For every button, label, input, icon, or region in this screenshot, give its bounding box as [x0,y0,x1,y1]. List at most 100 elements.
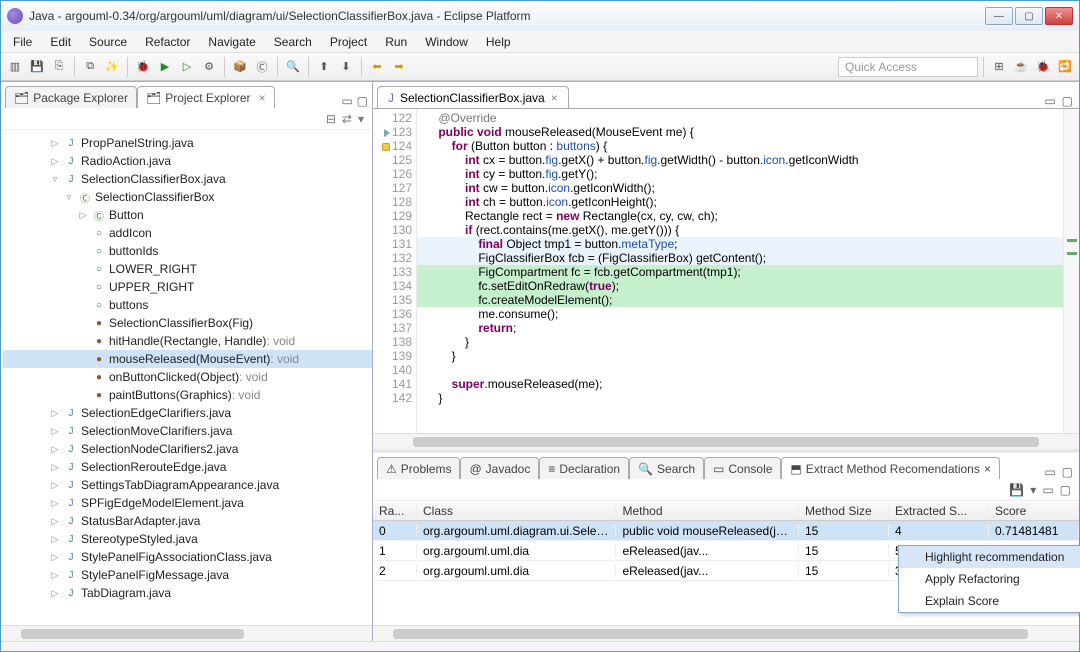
wand-icon[interactable]: ✨ [102,57,122,77]
new-package-icon[interactable]: 📦 [230,57,250,77]
tree-item[interactable]: ○addIcon [3,224,372,242]
next-annotation-icon[interactable]: ⬇ [336,57,356,77]
col-method-size[interactable]: Method Size [799,504,889,518]
line-number[interactable]: 124 [373,139,412,153]
save-icon[interactable]: 💾 [1009,483,1024,497]
editor-horizontal-scrollbar[interactable] [373,433,1079,449]
back-icon[interactable]: ⬅ [367,57,387,77]
tree-item[interactable]: ▷JStatusBarAdapter.java [3,512,372,530]
line-number[interactable]: 125 [373,153,412,167]
prev-annotation-icon[interactable]: ⬆ [314,57,334,77]
tree-item[interactable]: ▷JStylePanelFigMessage.java [3,566,372,584]
code-line[interactable]: me.consume(); [417,307,1063,321]
line-number[interactable]: 136 [373,307,412,321]
code-line[interactable] [417,363,1063,377]
menu-source[interactable]: Source [81,33,135,51]
minimize-view-icon[interactable]: ▭ [1042,483,1053,497]
tree-item[interactable]: ▷JRadioAction.java [3,152,372,170]
table-header[interactable]: Ra... Class Method Method Size Extracted… [373,501,1079,521]
menu-window[interactable]: Window [417,33,476,51]
search-icon[interactable]: 🔍 [283,57,303,77]
line-number[interactable]: 133 [373,265,412,279]
code-line[interactable]: FigCompartment fc = fcb.getCompartment(t… [417,265,1063,279]
line-number[interactable]: 132 [373,251,412,265]
line-number[interactable]: 137 [373,321,412,335]
col-class[interactable]: Class [417,504,616,518]
maximize-view-icon[interactable]: ▢ [1060,483,1071,497]
java-perspective-icon[interactable]: ☕ [1011,57,1031,77]
editor-tab[interactable]: J SelectionClassifierBox.java × [377,86,569,108]
expand-icon[interactable]: ▷ [49,588,61,599]
expand-icon[interactable]: ▷ [49,570,61,581]
minimize-view-icon[interactable]: ▭ [341,94,352,108]
code-line[interactable]: int ch = button.icon.getIconHeight(); [417,195,1063,209]
code-area[interactable]: @Override public void mouseReleased(Mous… [417,109,1063,433]
menu-edit[interactable]: Edit [42,33,79,51]
tree-item[interactable]: ○buttonIds [3,242,372,260]
debug-icon[interactable]: 🐞 [133,57,153,77]
line-number[interactable]: 130 [373,223,412,237]
tree-item[interactable]: ●mouseReleased(MouseEvent) : void [3,350,372,368]
tree-item[interactable]: ○buttons [3,296,372,314]
line-number[interactable]: 128 [373,195,412,209]
tree-item[interactable]: ▷JSelectionMoveClarifiers.java [3,422,372,440]
titlebar[interactable]: Java - argouml-0.34/org/argouml/uml/diag… [1,1,1079,31]
code-line[interactable]: for (Button button : buttons) { [417,139,1063,153]
maximize-view-icon[interactable]: ▢ [1062,465,1073,479]
tree-item[interactable]: ▷JSettingsTabDiagramAppearance.java [3,476,372,494]
col-extracted-size[interactable]: Extracted S... [889,504,989,518]
minimize-view-icon[interactable]: ▭ [1044,465,1055,479]
close-icon[interactable]: × [551,91,558,105]
tab-problems[interactable]: ⚠Problems [377,457,460,479]
tab-javadoc[interactable]: @Javadoc [460,457,539,479]
tab-search[interactable]: 🔍Search [629,457,704,479]
menu-item-highlight-recommendation[interactable]: Highlight recommendation [899,546,1080,568]
run-icon[interactable]: ▶ [155,57,175,77]
overview-ruler[interactable] [1063,109,1079,433]
menu-navigate[interactable]: Navigate [200,33,263,51]
project-tree[interactable]: ▷JPropPanelString.java▷JRadioAction.java… [1,130,372,625]
code-line[interactable]: super.mouseReleased(me); [417,377,1063,391]
expand-icon[interactable]: ▷ [77,210,89,221]
line-number[interactable]: 141 [373,377,412,391]
code-line[interactable]: } [417,335,1063,349]
line-gutter[interactable]: 1221231241251261271281291301311321331341… [373,109,417,433]
col-method[interactable]: Method [616,504,799,518]
col-score[interactable]: Score [989,504,1079,518]
close-button[interactable]: ✕ [1045,7,1073,25]
code-line[interactable]: final Object tmp1 = button.metaType; [417,237,1063,251]
view-menu-icon[interactable]: ▾ [1030,483,1036,497]
code-line[interactable]: int cw = button.icon.getIconWidth(); [417,181,1063,195]
new-class-icon[interactable]: Ⓒ [252,57,272,77]
expand-icon[interactable]: ▷ [49,426,61,437]
close-icon[interactable]: × [984,462,991,476]
col-rank[interactable]: Ra... [373,504,417,518]
table-row[interactable]: 0org.argouml.uml.diagram.ui.SelectionCla… [373,521,1079,541]
code-line[interactable]: fc.createModelElement(); [417,293,1063,307]
minimize-button[interactable]: — [985,7,1013,25]
save-icon[interactable]: 💾 [27,57,47,77]
tree-item[interactable]: ▿JSelectionClassifierBox.java [3,170,372,188]
code-line[interactable]: int cy = button.fig.getY(); [417,167,1063,181]
close-icon[interactable]: × [259,91,266,105]
tree-item[interactable]: ●hitHandle(Rectangle, Handle) : void [3,332,372,350]
toggle-breadcrumb-icon[interactable]: ⧉ [80,57,100,77]
menu-item-explain-score[interactable]: Explain Score [899,590,1080,612]
forward-icon[interactable]: ➡ [389,57,409,77]
expand-icon[interactable]: ▷ [49,516,61,527]
line-number[interactable]: 140 [373,363,412,377]
code-line[interactable]: @Override [417,111,1063,125]
menu-help[interactable]: Help [478,33,519,51]
menu-refactor[interactable]: Refactor [137,33,198,51]
line-number[interactable]: 127 [373,181,412,195]
save-all-icon[interactable]: ⎘ [49,57,69,77]
expand-icon[interactable]: ▿ [49,174,61,185]
link-with-editor-icon[interactable]: ⇄ [342,112,352,126]
expand-icon[interactable]: ▷ [49,408,61,419]
line-number[interactable]: 123 [373,125,412,139]
line-number[interactable]: 134 [373,279,412,293]
expand-icon[interactable]: ▷ [49,138,61,149]
maximize-view-icon[interactable]: ▢ [357,94,368,108]
horizontal-scrollbar[interactable] [1,625,372,641]
collapse-all-icon[interactable]: ⊟ [326,112,336,126]
